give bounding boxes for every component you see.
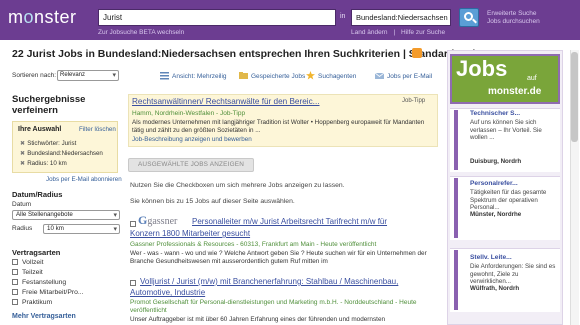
ad-item-title[interactable]: Technischer S...: [470, 110, 520, 117]
clear-filters-link[interactable]: Filter löschen: [79, 126, 116, 133]
featured-job-description: Als modernes Unternehmen mit langjährige…: [132, 119, 425, 134]
view-mode-link[interactable]: Ansicht: Mehrzeilig: [160, 71, 227, 80]
filter-state[interactable]: ✖ Bundesland:Niedersachsen: [20, 150, 103, 157]
contract-type-internship[interactable]: Praktikum: [12, 299, 52, 306]
job-title-continued[interactable]: Automotive, Industrie: [130, 288, 205, 297]
show-selected-jobs-button[interactable]: AUSGEWÄHLTE JOBS ANZEIGEN: [128, 158, 254, 172]
ad-jobs-text: Jobs: [456, 56, 508, 81]
rss-icon[interactable]: [412, 48, 422, 58]
checkbox-hint: Nutzen Sie die Checkboxen um sich mehrer…: [130, 182, 345, 189]
contract-type-parttime[interactable]: Teilzeit: [12, 269, 43, 276]
advanced-search-link[interactable]: Erweiterte Suche Jobs durchsuchen: [487, 10, 562, 26]
featured-job-apply-link[interactable]: Job-Beschreibung anzeigen und bewerben: [132, 136, 252, 143]
contract-type-freelance[interactable]: Freie Mitarbeit/Pro...: [12, 289, 84, 296]
job-meta: Gassner Professionals & Resources - 6031…: [130, 241, 377, 248]
search-agents-link[interactable]: Suchagenten: [306, 71, 356, 80]
ad-item-marker: [454, 250, 458, 310]
star-icon: [306, 71, 315, 80]
featured-job-meta: Hamm, Nordrhein-Westfalen - Job-Tipp: [132, 110, 246, 117]
list-view-icon: [160, 72, 169, 80]
ad-item-title[interactable]: Personalrefer...: [470, 180, 518, 187]
monster-logo[interactable]: monster: [8, 7, 77, 28]
date-radius-title: Datum/Radius: [12, 190, 63, 199]
contract-type-fulltime[interactable]: Vollzeit: [12, 259, 44, 266]
sort-select[interactable]: Relevanz: [57, 70, 119, 81]
featured-job-title[interactable]: Rechtsanwältinnen/ Rechtsanwälte für den…: [132, 97, 320, 106]
more-contract-types-link[interactable]: Mehr Vertragsarten: [12, 313, 76, 320]
saved-jobs-link[interactable]: Gespeicherte Jobs: [239, 71, 305, 80]
selection-limit-hint: Sie können bis zu 15 Jobs auf dieser Sei…: [130, 198, 295, 205]
email-subscribe-link[interactable]: Jobs per E-Mail abonnieren: [46, 176, 122, 183]
ad-auf-text: auf: [527, 75, 537, 82]
location-links: Land ändern | Hilfe zur Suche: [351, 29, 446, 36]
ad-item-location: Münster, Nordrhe: [470, 211, 522, 218]
job-tip-badge: Job-Tipp: [402, 98, 426, 104]
ad-item-location: Duisburg, Nordrh: [470, 158, 522, 165]
job-title[interactable]: Volljurist / Jurist (m/w) mit Branchener…: [140, 277, 398, 286]
contract-type-permanent[interactable]: Festanstellung: [12, 279, 66, 286]
search-help-link[interactable]: Hilfe zur Suche: [401, 29, 445, 36]
keyword-input[interactable]: Jurist: [98, 9, 336, 26]
location-input[interactable]: Bundesland:Niedersachsen: [351, 9, 451, 26]
ad-item-marker: [454, 110, 458, 170]
ad-domain-text: monster.de: [488, 86, 542, 97]
ad-item-location: Wülfrath, Nordrh: [470, 285, 520, 292]
in-label: in: [340, 13, 346, 20]
scrollbar-thumb[interactable]: [571, 52, 578, 142]
mail-icon: [375, 72, 384, 79]
job-meta: Promot Gesellschaft für Personal-dienstl…: [130, 299, 417, 314]
radius-label: Radius: [12, 225, 33, 232]
sort-label: Sortieren nach:: [12, 72, 57, 79]
refine-results-title: Suchergebnisse verfeinern: [12, 94, 86, 116]
job-checkbox[interactable]: [130, 221, 136, 227]
date-label: Datum: [12, 201, 32, 208]
beta-search-link[interactable]: Zur Jobsuche BETA wechseln: [98, 29, 184, 36]
search-button[interactable]: [459, 8, 479, 27]
gassner-logo: Ggassner: [138, 213, 178, 227]
job-checkbox[interactable]: [130, 280, 136, 286]
ad-item-marker: [454, 178, 458, 238]
change-country-link[interactable]: Land ändern: [351, 29, 388, 36]
job-description: Unser Auftraggeber ist mit über 60 Jahre…: [130, 316, 386, 323]
remove-icon[interactable]: ✖: [20, 160, 25, 167]
selection-title: Ihre Auswahl: [18, 126, 62, 133]
job-title[interactable]: Personalleiter m/w Jurist Arbeitsrecht T…: [192, 217, 387, 226]
date-select[interactable]: Alle Stellenangebote: [12, 210, 120, 220]
remove-icon[interactable]: ✖: [20, 140, 25, 147]
job-description: Wer - was - wann - wo und wie ? Welche A…: [130, 250, 427, 265]
filter-radius[interactable]: ✖ Radius: 10 km: [20, 160, 67, 167]
job-title-continued[interactable]: Konzern 1800 Mitarbeiter gesucht: [130, 229, 250, 238]
remove-icon[interactable]: ✖: [20, 150, 25, 157]
ad-item-description: Tätigkeiten für das gesamte Spektrum der…: [470, 189, 547, 211]
contract-types-title: Vertragsarten: [12, 248, 61, 257]
ad-item-title[interactable]: Stellv. Leite...: [470, 254, 512, 261]
email-jobs-link[interactable]: Jobs per E-Mail: [375, 71, 432, 80]
filter-keyword[interactable]: ✖ Stichwörter: Jurist: [20, 140, 76, 147]
ad-item-description: Auf uns können Sie sich verlassen – Ihr …: [470, 119, 542, 141]
radius-select[interactable]: 10 km: [43, 224, 120, 234]
folder-icon: [239, 72, 248, 79]
ad-item-description: Die Anforderungen: Sie sind es gewohnt, …: [470, 263, 556, 285]
